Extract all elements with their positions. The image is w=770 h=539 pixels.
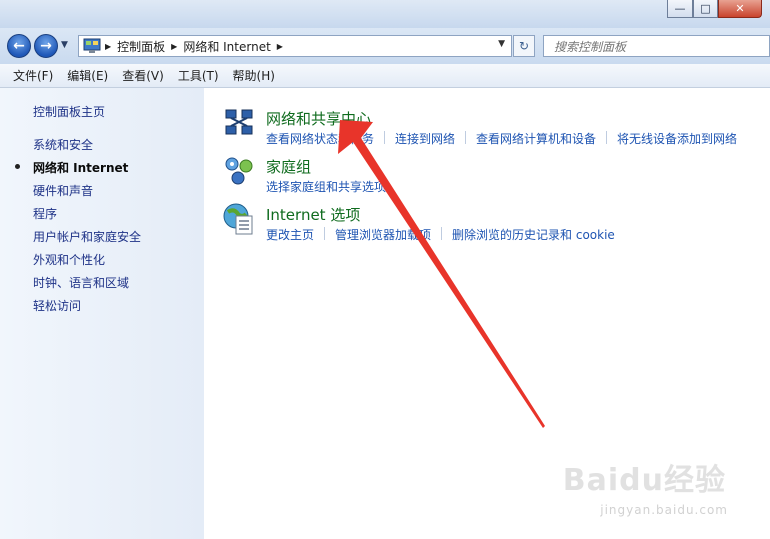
maximize-button[interactable]: □ bbox=[693, 0, 718, 18]
sidebar: 控制面板主页 系统和安全 网络和 Internet 硬件和声音 程序 用户帐户和… bbox=[0, 88, 204, 539]
link-divider bbox=[606, 131, 608, 144]
breadcrumb-separator-icon[interactable]: ▶ bbox=[105, 42, 111, 51]
minimize-button[interactable]: — bbox=[667, 0, 693, 18]
link-divider bbox=[324, 227, 326, 240]
link-homegroup-sharing-options[interactable]: 选择家庭组和共享选项 bbox=[266, 178, 396, 195]
active-bullet-icon bbox=[15, 164, 20, 169]
refresh-button[interactable]: ↻ bbox=[513, 35, 535, 57]
navigation-bar: ← → ▼ ▶ 控制面板 ▶ 网络和 Internet ▶ ▼ ↻ bbox=[0, 28, 770, 64]
link-add-wireless-device[interactable]: 将无线设备添加到网络 bbox=[617, 130, 747, 147]
category-links-internet-options: 更改主页 管理浏览器加载项 删除浏览的历史记录和 cookie bbox=[266, 226, 625, 243]
sidebar-item-programs[interactable]: 程序 bbox=[33, 205, 57, 222]
recent-pages-dropdown[interactable]: ▼ bbox=[61, 40, 68, 50]
sidebar-item-clock-language[interactable]: 时钟、语言和区域 bbox=[33, 274, 129, 291]
chevron-down-icon: ▼ bbox=[61, 40, 68, 50]
sidebar-home-link[interactable]: 控制面板主页 bbox=[33, 103, 105, 120]
internet-options-icon bbox=[223, 203, 253, 235]
link-view-network-computers[interactable]: 查看网络计算机和设备 bbox=[476, 130, 606, 147]
link-divider bbox=[465, 131, 467, 144]
menu-tools[interactable]: 工具(T) bbox=[171, 65, 226, 86]
menu-file[interactable]: 文件(F) bbox=[6, 65, 60, 86]
forward-arrow-icon: → bbox=[40, 38, 52, 54]
address-dropdown-icon[interactable]: ▼ bbox=[498, 39, 505, 49]
sidebar-item-ease-of-access[interactable]: 轻松访问 bbox=[33, 297, 81, 314]
search-input[interactable] bbox=[552, 37, 756, 57]
refresh-icon: ↻ bbox=[518, 39, 530, 53]
link-change-homepage[interactable]: 更改主页 bbox=[266, 226, 324, 243]
menu-edit[interactable]: 编辑(E) bbox=[60, 65, 115, 86]
network-sharing-center-icon bbox=[225, 109, 253, 135]
sidebar-item-appearance[interactable]: 外观和个性化 bbox=[33, 251, 105, 268]
breadcrumb-network-internet[interactable]: 网络和 Internet bbox=[183, 38, 270, 55]
menu-bar: 文件(F) 编辑(E) 查看(V) 工具(T) 帮助(H) bbox=[0, 64, 770, 88]
link-delete-browsing-history[interactable]: 删除浏览的历史记录和 cookie bbox=[452, 226, 625, 243]
category-title-homegroup[interactable]: 家庭组 bbox=[266, 156, 311, 177]
baidu-watermark-url: jingyan.baidu.com bbox=[600, 503, 728, 517]
baidu-watermark-logo: Baidu经验 bbox=[562, 463, 726, 498]
category-links-network-sharing: 查看网络状态和任务 连接到网络 查看网络计算机和设备 将无线设备添加到网络 bbox=[266, 130, 747, 147]
window-controls: — □ ✕ bbox=[667, 0, 762, 18]
link-connect-to-network[interactable]: 连接到网络 bbox=[395, 130, 465, 147]
forward-button[interactable]: → bbox=[34, 34, 58, 58]
window-titlebar: — □ ✕ bbox=[0, 0, 770, 28]
back-arrow-icon: ← bbox=[13, 38, 25, 54]
homegroup-icon bbox=[225, 157, 253, 185]
category-title-network-sharing[interactable]: 网络和共享中心 bbox=[266, 108, 371, 129]
category-title-internet-options[interactable]: Internet 选项 bbox=[266, 204, 360, 225]
menu-view[interactable]: 查看(V) bbox=[115, 65, 171, 86]
close-button[interactable]: ✕ bbox=[718, 0, 762, 18]
category-links-homegroup: 选择家庭组和共享选项 bbox=[266, 178, 396, 195]
link-divider bbox=[441, 227, 443, 240]
back-button[interactable]: ← bbox=[7, 34, 31, 58]
sidebar-item-network-internet: 网络和 Internet bbox=[33, 161, 129, 175]
link-divider bbox=[384, 131, 386, 144]
link-view-network-status[interactable]: 查看网络状态和任务 bbox=[266, 130, 384, 147]
control-panel-icon bbox=[83, 38, 101, 53]
breadcrumb-separator-icon[interactable]: ▶ bbox=[277, 42, 283, 51]
breadcrumb-separator-icon[interactable]: ▶ bbox=[171, 42, 177, 51]
address-bar[interactable]: ▶ 控制面板 ▶ 网络和 Internet ▶ ▼ bbox=[78, 35, 512, 57]
link-manage-addons[interactable]: 管理浏览器加载项 bbox=[335, 226, 441, 243]
sidebar-item-user-accounts[interactable]: 用户帐户和家庭安全 bbox=[33, 228, 141, 245]
sidebar-item-system-security[interactable]: 系统和安全 bbox=[33, 136, 93, 153]
menu-help[interactable]: 帮助(H) bbox=[226, 65, 282, 86]
breadcrumb-control-panel[interactable]: 控制面板 bbox=[117, 38, 165, 55]
sidebar-item-hardware-sound[interactable]: 硬件和声音 bbox=[33, 182, 93, 199]
search-box[interactable] bbox=[543, 35, 770, 57]
